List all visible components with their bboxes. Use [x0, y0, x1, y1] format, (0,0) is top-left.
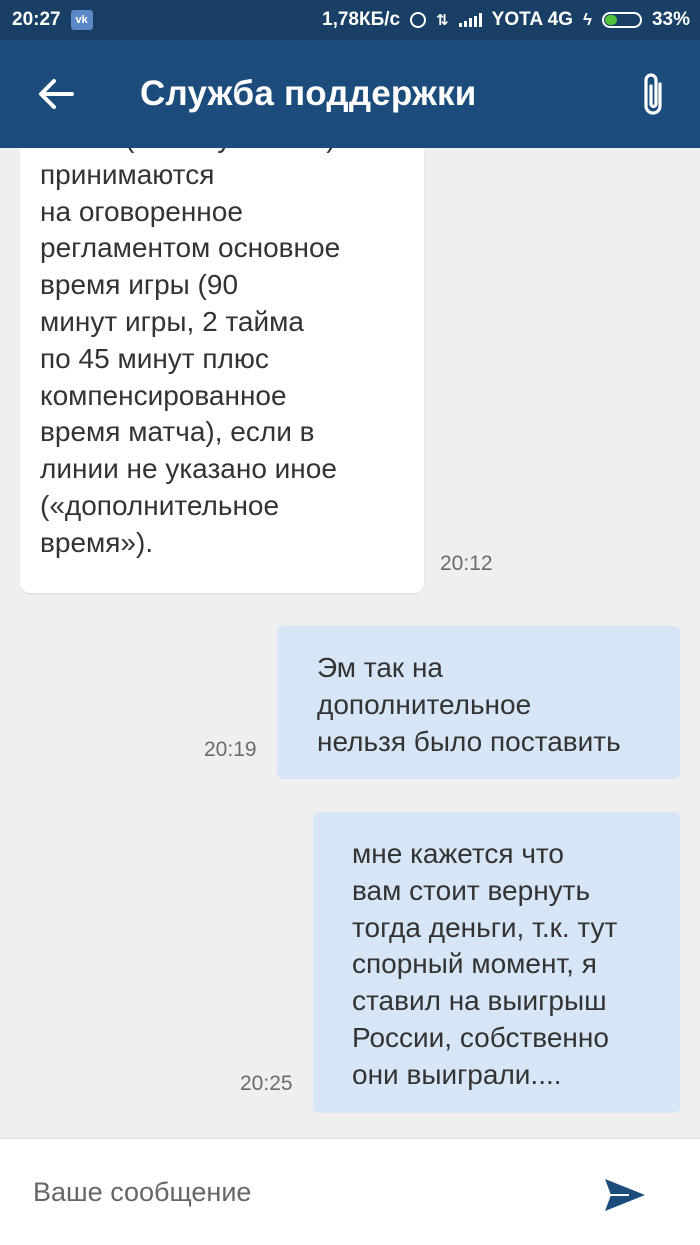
status-time: 20:27: [12, 9, 61, 30]
message-text: матчи (в т.ч. кубковые) принимаются на о…: [40, 148, 341, 558]
arrow-left-icon[interactable]: [36, 74, 76, 114]
message-time: 20:25: [240, 1072, 293, 1095]
message-bubble-outgoing[interactable]: Эм так на дополнительное нельзя было пос…: [277, 626, 680, 779]
send-icon[interactable]: [603, 1175, 647, 1215]
data-arrows-icon: ⇅: [436, 12, 449, 29]
message-text: мне кажется что вам стоит вернуть тогда …: [352, 838, 618, 1090]
battery-fill: [604, 15, 617, 25]
signal-icon: [458, 13, 482, 27]
battery-percent: 33%: [651, 9, 690, 30]
message-input[interactable]: Ваше сообщение: [33, 1177, 251, 1208]
carrier-label: YOTA 4G: [491, 9, 573, 30]
chat-history[interactable]: матчи (в т.ч. кубковые) принимаются на о…: [0, 148, 700, 1138]
status-bar: 20:27 vk 1,78КБ/с ⇅ YOTA 4G ϟ 33%: [0, 0, 700, 40]
page-title: Служба поддержки: [140, 74, 477, 113]
message-bubble-incoming[interactable]: матчи (в т.ч. кубковые) принимаются на о…: [20, 148, 424, 593]
charging-bolt-icon: ϟ: [582, 10, 592, 29]
app-bar: Служба поддержки: [0, 40, 700, 148]
message-composer: Ваше сообщение: [0, 1138, 700, 1245]
battery-icon: [601, 12, 642, 28]
message-time: 20:12: [440, 552, 493, 575]
message-bubble-outgoing[interactable]: мне кажется что вам стоит вернуть тогда …: [313, 812, 680, 1113]
network-speed: 1,78КБ/с: [322, 9, 401, 30]
vk-icon: vk: [70, 10, 93, 30]
message-text: Эм так на дополнительное нельзя было пос…: [317, 652, 621, 757]
message-time: 20:19: [204, 738, 257, 761]
alarm-icon: [410, 12, 427, 28]
paperclip-icon[interactable]: [636, 70, 670, 120]
